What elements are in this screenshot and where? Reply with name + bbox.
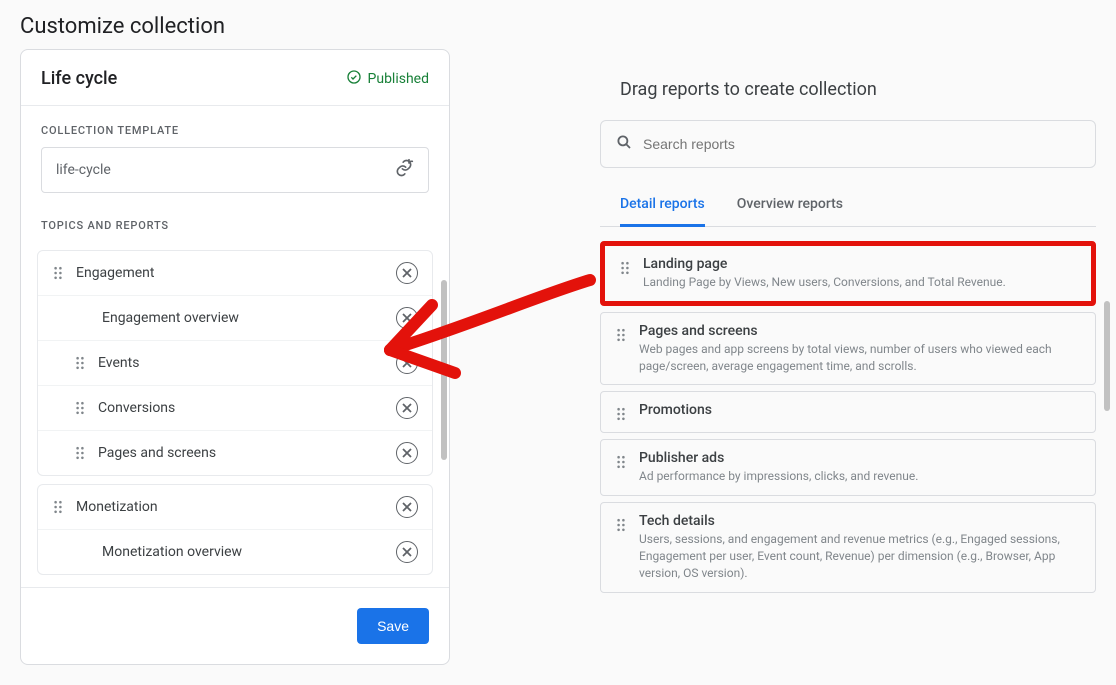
remove-button[interactable]	[396, 262, 418, 284]
report-label: Pages and screens	[98, 445, 216, 461]
report-card-promotions[interactable]: Promotions	[600, 391, 1096, 433]
drag-handle-icon[interactable]	[619, 260, 631, 276]
report-label: Conversions	[98, 400, 175, 416]
scrollbar-thumb[interactable]	[1104, 301, 1110, 411]
topic-name: Monetization	[76, 499, 158, 515]
page-title: Customize collection	[0, 0, 1116, 49]
status-text: Published	[368, 71, 429, 87]
remove-button[interactable]	[396, 496, 418, 518]
reports-library-panel: Drag reports to create collection Detail…	[600, 49, 1096, 599]
report-row[interactable]: Monetization overview	[38, 529, 432, 574]
report-card-desc: Web pages and app screens by total views…	[639, 341, 1081, 375]
topic-block-monetization: Monetization Monetization overview	[37, 484, 433, 575]
scrollbar-thumb[interactable]	[441, 280, 447, 460]
search-input-wrap[interactable]	[600, 120, 1096, 168]
report-tabs: Detail reports Overview reports	[600, 184, 1096, 227]
report-label: Events	[98, 355, 139, 371]
remove-button[interactable]	[396, 397, 418, 419]
check-circle-icon	[346, 69, 362, 89]
topic-header[interactable]: Engagement	[38, 251, 432, 295]
drag-handle-icon[interactable]	[615, 517, 627, 533]
drag-handle-icon[interactable]	[74, 400, 86, 416]
report-row[interactable]: Pages and screens	[38, 430, 432, 475]
unlink-icon[interactable]	[394, 158, 414, 182]
remove-button[interactable]	[396, 442, 418, 464]
report-card-landing-page[interactable]: Landing page Landing Page by Views, New …	[600, 241, 1096, 306]
collection-editor-card: Life cycle Published COLLECTION TEMPLATE…	[20, 49, 450, 665]
topic-name: Engagement	[76, 265, 154, 281]
report-card-desc: Landing Page by Views, New users, Conver…	[643, 274, 1077, 291]
report-card-desc: Users, sessions, and engagement and reve…	[639, 531, 1081, 581]
topic-header[interactable]: Monetization	[38, 485, 432, 529]
search-input[interactable]	[643, 136, 1081, 152]
report-label: Engagement overview	[102, 310, 239, 326]
drag-handle-icon[interactable]	[52, 265, 64, 281]
report-card-publisher-ads[interactable]: Publisher ads Ad performance by impressi…	[600, 439, 1096, 496]
report-card-title: Publisher ads	[639, 450, 1081, 466]
drag-handle-icon[interactable]	[74, 355, 86, 371]
collection-name: Life cycle	[41, 68, 117, 89]
topics-section-label: TOPICS AND REPORTS	[21, 201, 449, 242]
remove-button[interactable]	[396, 307, 418, 329]
report-row[interactable]: Conversions	[38, 385, 432, 430]
report-card-title: Tech details	[639, 513, 1081, 529]
tab-overview-reports[interactable]: Overview reports	[737, 184, 843, 227]
report-card-title: Landing page	[643, 256, 1077, 272]
drag-handle-icon[interactable]	[615, 327, 627, 343]
report-card-title: Pages and screens	[639, 323, 1081, 339]
tab-detail-reports[interactable]: Detail reports	[620, 184, 705, 227]
report-row[interactable]: Events	[38, 340, 432, 385]
remove-button[interactable]	[396, 541, 418, 563]
report-row[interactable]: Engagement overview	[38, 295, 432, 340]
search-icon	[615, 133, 633, 155]
report-card-title: Promotions	[639, 402, 1081, 418]
template-section-label: COLLECTION TEMPLATE	[21, 106, 449, 147]
drag-handle-icon[interactable]	[615, 406, 627, 422]
template-value: life-cycle	[56, 162, 111, 178]
report-card-desc: Ad performance by impressions, clicks, a…	[639, 468, 1081, 485]
drag-handle-icon[interactable]	[615, 454, 627, 470]
report-card-tech-details[interactable]: Tech details Users, sessions, and engage…	[600, 502, 1096, 592]
report-label: Monetization overview	[102, 544, 242, 560]
status-badge: Published	[346, 69, 429, 89]
template-input[interactable]: life-cycle	[41, 147, 429, 193]
library-title: Drag reports to create collection	[600, 49, 1096, 120]
save-button[interactable]: Save	[357, 608, 429, 644]
drag-handle-icon[interactable]	[52, 499, 64, 515]
remove-button[interactable]	[396, 352, 418, 374]
drag-handle-icon[interactable]	[74, 445, 86, 461]
topic-block-engagement: Engagement Engagement overview Events	[37, 250, 433, 476]
report-card-pages-and-screens[interactable]: Pages and screens Web pages and app scre…	[600, 312, 1096, 386]
